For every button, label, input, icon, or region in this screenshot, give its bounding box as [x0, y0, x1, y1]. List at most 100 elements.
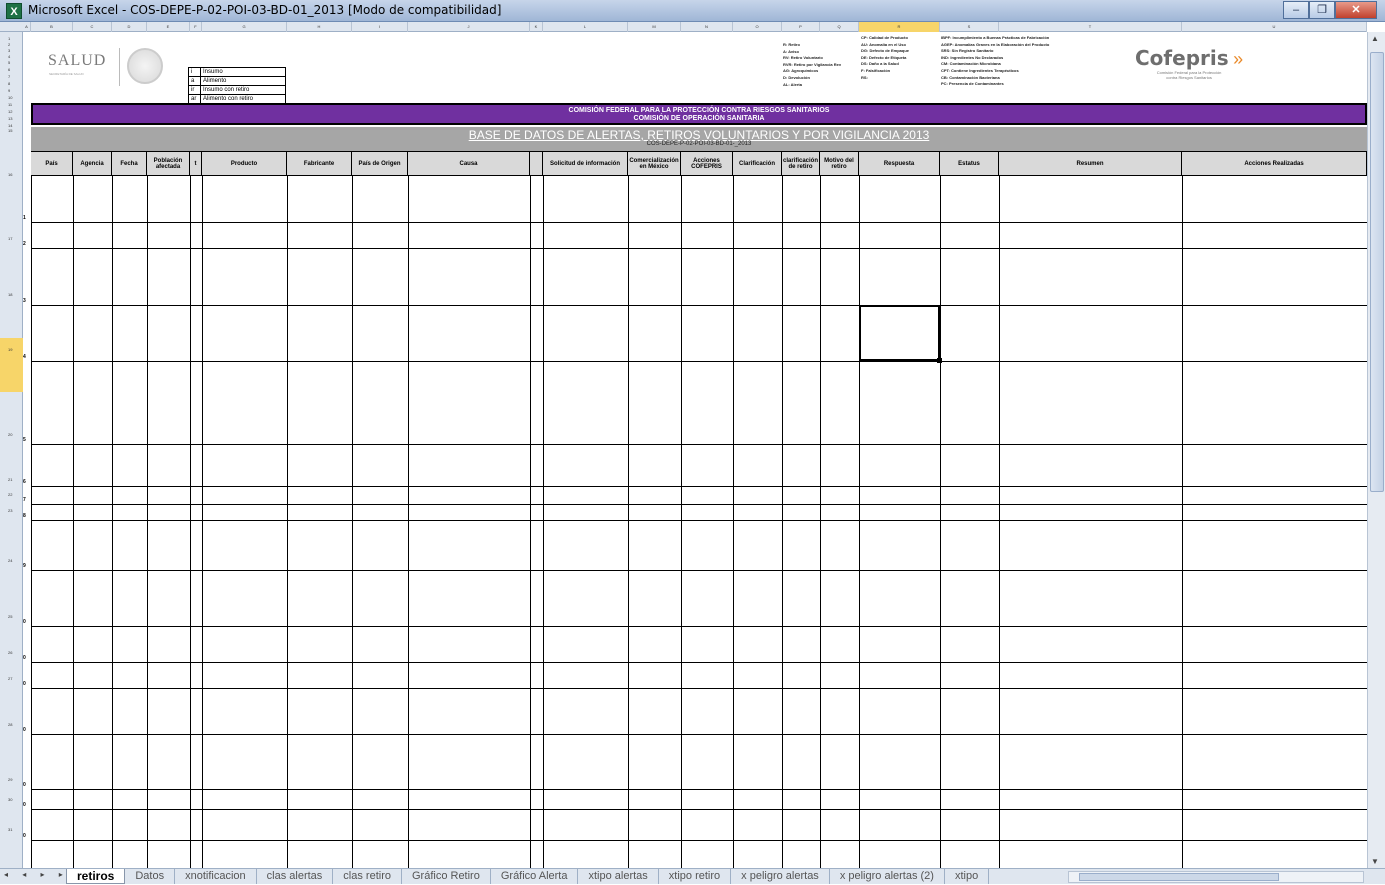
- table-header-cell[interactable]: Causa: [408, 152, 530, 176]
- sheet-tab[interactable]: xnotificacion: [175, 869, 257, 884]
- column-header[interactable]: P: [782, 22, 820, 32]
- table-header-cell[interactable]: País de Origen: [352, 152, 408, 176]
- table-header-cell[interactable]: Comercialización en México: [628, 152, 681, 176]
- row-header[interactable]: 13: [0, 116, 23, 121]
- column-header[interactable]: J: [408, 22, 530, 32]
- column-header[interactable]: D: [112, 22, 147, 32]
- column-header[interactable]: G: [202, 22, 287, 32]
- scroll-up-icon[interactable]: ▲: [1371, 34, 1379, 43]
- table-header-cell[interactable]: Población afectada: [147, 152, 190, 176]
- table-header-cell[interactable]: Resumen: [999, 152, 1182, 176]
- restore-button[interactable]: ❐: [1309, 1, 1335, 19]
- column-header[interactable]: B: [31, 22, 73, 32]
- horizontal-scrollbar[interactable]: [1068, 871, 1364, 883]
- row-header[interactable]: 11: [0, 102, 23, 107]
- column-header[interactable]: Q: [820, 22, 859, 32]
- legend-desc: Alimento: [203, 78, 227, 84]
- table-header-cell[interactable]: Fecha: [112, 152, 147, 176]
- table-header-cell[interactable]: Acciones Realizadas: [1182, 152, 1367, 176]
- row-header[interactable]: 15: [0, 128, 23, 133]
- table-header-cell[interactable]: [530, 152, 543, 176]
- sheet-tab[interactable]: retiros: [66, 869, 126, 884]
- sheet-tab[interactable]: x peligro alertas (2): [830, 869, 945, 884]
- row-header[interactable]: 29: [0, 777, 23, 782]
- active-cell[interactable]: [859, 305, 942, 363]
- table-header-cell[interactable]: Producto: [202, 152, 287, 176]
- table-header-cell[interactable]: Solicitud de información: [543, 152, 628, 176]
- table-header-cell[interactable]: Respuesta: [859, 152, 940, 176]
- row-header[interactable]: 18: [0, 292, 23, 297]
- hscroll-thumb[interactable]: [1079, 873, 1279, 881]
- table-header-cell[interactable]: País: [31, 152, 73, 176]
- row-header[interactable]: 3: [0, 48, 23, 53]
- row-header[interactable]: 6: [0, 67, 23, 72]
- table-header-cell[interactable]: Agencia: [73, 152, 112, 176]
- table-header-cell[interactable]: Fabricante: [287, 152, 352, 176]
- row-header[interactable]: 7: [0, 74, 23, 79]
- sheet-tab[interactable]: xtipo: [945, 869, 990, 884]
- row-header[interactable]: 10: [0, 95, 23, 100]
- sheet-tab[interactable]: clas alertas: [257, 869, 334, 884]
- close-button[interactable]: ✕: [1335, 1, 1377, 19]
- row-header[interactable]: 8: [0, 81, 23, 86]
- row-header[interactable]: 5: [0, 60, 23, 65]
- row-header[interactable]: 16: [0, 172, 23, 177]
- row-header[interactable]: 1: [0, 36, 23, 41]
- scroll-down-icon[interactable]: ▼: [1371, 857, 1379, 866]
- column-header[interactable]: K: [530, 22, 543, 32]
- worksheet[interactable]: SALUD SECRETARÍA DE SALUD i Insumo a Alime…: [23, 32, 1367, 868]
- column-header[interactable]: H: [287, 22, 352, 32]
- table-header-cell[interactable]: clarificación de retiro: [782, 152, 820, 176]
- column-header[interactable]: T: [999, 22, 1182, 32]
- row-header[interactable]: 23: [0, 508, 23, 513]
- row-header[interactable]: 30: [0, 797, 23, 802]
- column-header[interactable]: L: [543, 22, 628, 32]
- column-header[interactable]: F: [190, 22, 202, 32]
- column-header[interactable]: A: [23, 22, 31, 32]
- row-header[interactable]: 17: [0, 236, 23, 241]
- sheet-tab[interactable]: clas retiro: [333, 869, 402, 884]
- table-header-cell[interactable]: t: [190, 152, 202, 176]
- sheet-tab[interactable]: xtipo alertas: [578, 869, 659, 884]
- table-header-cell[interactable]: Clarificación: [733, 152, 782, 176]
- row-header[interactable]: 19: [0, 347, 23, 352]
- row-header[interactable]: 21: [0, 477, 23, 482]
- row-header[interactable]: 22: [0, 492, 23, 497]
- row-header[interactable]: 12: [0, 109, 23, 114]
- sheet-tab[interactable]: Gráfico Retiro: [402, 869, 491, 884]
- sheet-tab[interactable]: x peligro alertas: [731, 869, 830, 884]
- row-header[interactable]: 27: [0, 676, 23, 681]
- scroll-thumb[interactable]: [1370, 52, 1384, 492]
- row-header[interactable]: 25: [0, 614, 23, 619]
- column-header[interactable]: I: [352, 22, 408, 32]
- column-header[interactable]: N: [681, 22, 733, 32]
- row-header[interactable]: 2: [0, 42, 23, 47]
- row-header[interactable]: 9: [0, 88, 23, 93]
- row-header[interactable]: 26: [0, 650, 23, 655]
- column-header[interactable]: S: [940, 22, 999, 32]
- table-header-cell[interactable]: Acciones COFEPRIS: [681, 152, 733, 176]
- row-header[interactable]: 20: [0, 432, 23, 437]
- row-header[interactable]: 4: [0, 54, 23, 59]
- row-header[interactable]: 31: [0, 827, 23, 832]
- minimize-button[interactable]: –: [1283, 1, 1309, 19]
- grid-line-vertical: [287, 176, 288, 868]
- grid-line-vertical: [408, 176, 409, 868]
- column-header[interactable]: U: [1182, 22, 1367, 32]
- row-header[interactable]: 28: [0, 722, 23, 727]
- column-header[interactable]: R: [859, 22, 940, 32]
- column-header[interactable]: C: [73, 22, 112, 32]
- sheet-tab[interactable]: Gráfico Alerta: [491, 869, 579, 884]
- tab-navigation-icons[interactable]: ◂ ◂ ▸ ▸: [4, 870, 69, 879]
- row-header[interactable]: 24: [0, 558, 23, 563]
- vertical-scrollbar[interactable]: ▲ ▼: [1367, 32, 1385, 868]
- record-number: 0: [23, 655, 26, 661]
- sheet-tab[interactable]: Datos: [125, 869, 176, 884]
- column-header[interactable]: E: [147, 22, 190, 32]
- column-header[interactable]: M: [628, 22, 681, 32]
- excel-icon[interactable]: X: [6, 3, 22, 19]
- table-header-cell[interactable]: Estatus: [940, 152, 999, 176]
- table-header-cell[interactable]: Motivo del retiro: [820, 152, 859, 176]
- column-header[interactable]: O: [733, 22, 782, 32]
- sheet-tab[interactable]: xtipo retiro: [659, 869, 732, 884]
